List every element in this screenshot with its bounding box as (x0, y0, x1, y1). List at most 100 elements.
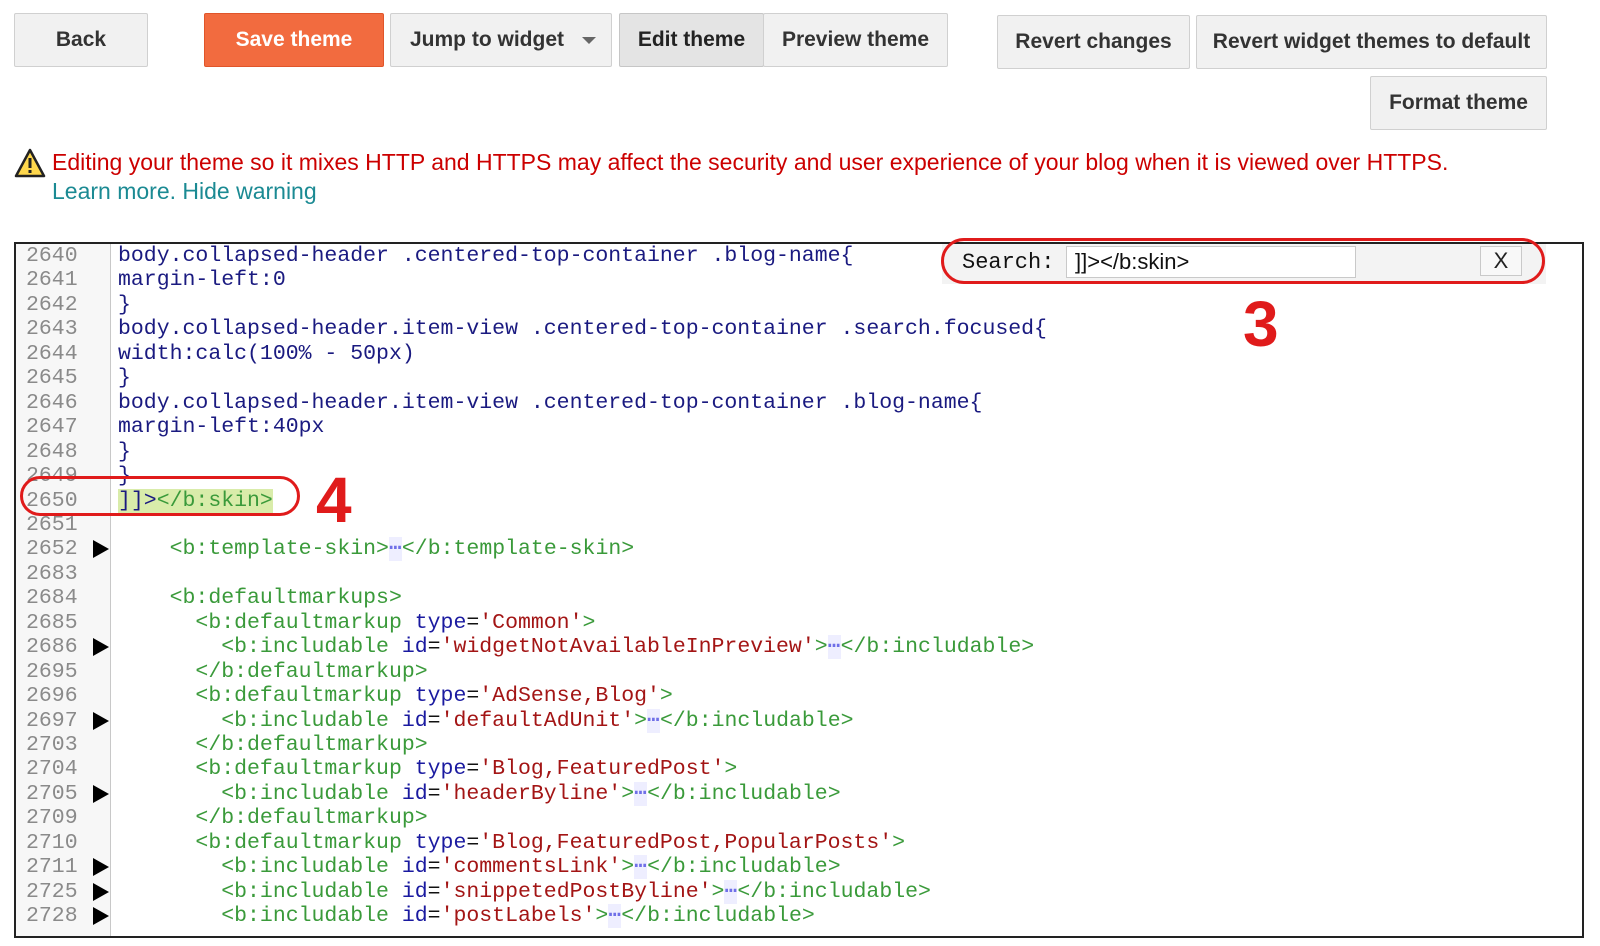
fold-toggle-icon[interactable] (93, 882, 109, 901)
code-token: </b:includable> (737, 879, 931, 904)
fold-toggle-icon[interactable] (93, 858, 109, 877)
line-number: 2641 (26, 268, 78, 293)
code-token: </b:template-skin> (401, 537, 635, 562)
code-token: type (414, 830, 467, 855)
code-token: id (401, 781, 428, 806)
code-line[interactable]: 2686 <b:includable id='widgetNotAvailabl… (16, 635, 1582, 660)
fold-toggle-icon[interactable] (93, 784, 109, 803)
code-editor[interactable]: 2640 body.collapsed-header .centered-top-… (14, 242, 1584, 938)
line-number: 2683 (26, 561, 78, 586)
code-line[interactable]: 2650]]></b:skin> (16, 488, 1582, 514)
code-line[interactable]: 2705 <b:includable id='headerByline'>⋯</… (16, 781, 1582, 807)
format-theme-button[interactable]: Format theme (1370, 76, 1547, 130)
code-line[interactable]: 2696 <b:defaultmarkup type='AdSense,Blog… (16, 684, 1582, 709)
line-number: 2725 (26, 879, 78, 904)
search-input[interactable] (1066, 246, 1356, 278)
code-line[interactable]: 2643 body.collapsed-header.item-view .cen… (16, 317, 1582, 342)
code-token: > (595, 904, 609, 929)
learn-more-link[interactable]: Learn more. (52, 178, 176, 204)
code-line[interactable]: 2683 (16, 562, 1582, 587)
code-token: <b:template-skin> (118, 537, 389, 562)
fold-toggle-icon[interactable] (93, 907, 109, 926)
code-text: } (118, 293, 131, 318)
collapsed-ellipsis-icon[interactable]: ⋯ (634, 855, 648, 880)
code-token: <b:includable (118, 879, 402, 904)
code-token: body.collapsed-header.item-view .centere… (118, 317, 1047, 342)
line-number: 2644 (26, 341, 78, 366)
code-line[interactable]: 2652 <b:template-skin>⋯</b:template-skin… (16, 537, 1582, 562)
code-line[interactable]: 2695 </b:defaultmarkup> (16, 660, 1582, 685)
code-line[interactable]: 2685 <b:defaultmarkup type='Common'> (16, 611, 1582, 636)
code-line[interactable]: 2704 <b:defaultmarkup type='Blog,Feature… (16, 757, 1582, 782)
fold-toggle-icon[interactable] (93, 638, 109, 657)
collapsed-ellipsis-icon[interactable]: ⋯ (647, 708, 660, 733)
code-token: margin-left:0 (118, 268, 286, 293)
code-line[interactable]: 2710 <b:defaultmarkup type='Blog,Feature… (16, 831, 1582, 856)
jump-to-widget-dropdown[interactable]: Jump to widget (390, 13, 612, 67)
code-token: = (427, 781, 441, 806)
line-number: 2710 (26, 830, 78, 855)
code-text: <b:template-skin>⋯</b:template-skin> (118, 537, 634, 562)
collapsed-ellipsis-icon[interactable]: ⋯ (608, 904, 622, 929)
code-line[interactable]: 2725 <b:includable id='snippetedPostByli… (16, 879, 1582, 905)
code-text: body.collapsed-header .centered-top-cont… (118, 244, 853, 269)
revert-changes-button[interactable]: Revert changes (997, 15, 1190, 69)
code-token: id (401, 904, 428, 929)
line-number: 2648 (26, 439, 78, 464)
code-token: body.collapsed-header .centered-top-cont… (118, 244, 854, 268)
line-number: 2711 (26, 855, 78, 880)
code-line[interactable]: 2703 </b:defaultmarkup> (16, 733, 1582, 758)
line-number: 2709 (26, 806, 78, 831)
collapsed-ellipsis-icon[interactable]: ⋯ (724, 879, 738, 904)
fold-toggle-icon[interactable] (93, 711, 109, 730)
code-line[interactable]: 2728 <b:includable id='postLabels'>⋯</b:… (16, 904, 1582, 929)
code-token: > (814, 635, 828, 660)
code-line[interactable]: 2649} (16, 464, 1582, 489)
code-token: </b:defaultmarkup> (118, 659, 428, 684)
code-line[interactable]: 2647 margin-left:40px (16, 415, 1582, 440)
code-token: 'defaultAdUnit' (440, 708, 635, 733)
code-text: margin-left:0 (118, 268, 286, 293)
code-line[interactable]: 2709 </b:defaultmarkup> (16, 806, 1582, 831)
collapsed-ellipsis-icon[interactable]: ⋯ (827, 635, 841, 660)
code-token: <b:defaultmarkups> (118, 586, 402, 611)
code-token: type (414, 610, 467, 635)
code-line[interactable]: 2646 body.collapsed-header.item-view .cen… (16, 391, 1582, 416)
line-number: 2686 (26, 635, 78, 660)
code-token: type (414, 757, 467, 782)
code-line[interactable]: 2711 <b:includable id='commentsLink'>⋯</… (16, 855, 1582, 880)
code-token: > (711, 879, 725, 904)
line-number: 2649 (26, 464, 78, 489)
collapsed-ellipsis-icon[interactable]: ⋯ (388, 537, 402, 562)
line-number: 2695 (26, 659, 78, 684)
code-text: <b:includable id='headerByline'>⋯</b:inc… (118, 781, 841, 807)
code-token: = (466, 757, 480, 782)
code-token: } (118, 292, 131, 317)
back-button[interactable]: Back (14, 13, 148, 67)
code-line[interactable]: 2697 <b:includable id='defaultAdUnit'>⋯<… (16, 708, 1582, 734)
search-label: Search: (962, 250, 1055, 275)
code-token: <b:defaultmarkup (118, 610, 415, 635)
code-line[interactable]: 2651 (16, 513, 1582, 538)
fold-toggle-icon[interactable] (93, 540, 109, 559)
code-token: <b:includable (118, 904, 402, 929)
revert-widget-themes-button[interactable]: Revert widget themes to default (1196, 15, 1547, 69)
edit-theme-tab[interactable]: Edit theme (619, 13, 764, 67)
code-line[interactable]: 2644 width:calc(100% - 50px) (16, 342, 1582, 367)
code-text: <b:defaultmarkup type='Common'> (118, 611, 595, 636)
code-line[interactable]: 2642} (16, 293, 1582, 318)
code-line[interactable]: 2684 <b:defaultmarkups> (16, 586, 1582, 611)
line-number: 2652 (26, 537, 78, 562)
preview-theme-tab[interactable]: Preview theme (763, 13, 948, 67)
code-line[interactable]: 2648} (16, 440, 1582, 465)
code-token: = (466, 830, 480, 855)
code-line[interactable]: 2645} (16, 366, 1582, 391)
line-number: 2696 (26, 684, 78, 709)
hide-warning-link[interactable]: Hide warning (182, 178, 316, 204)
line-number: 2650 (26, 488, 78, 513)
code-text: <b:defaultmarkup type='Blog,FeaturedPost… (118, 757, 737, 782)
close-search-button[interactable]: X (1480, 246, 1522, 276)
collapsed-ellipsis-icon[interactable]: ⋯ (634, 781, 648, 806)
save-theme-button[interactable]: Save theme (204, 13, 384, 67)
code-token: </b:includable> (659, 708, 854, 733)
